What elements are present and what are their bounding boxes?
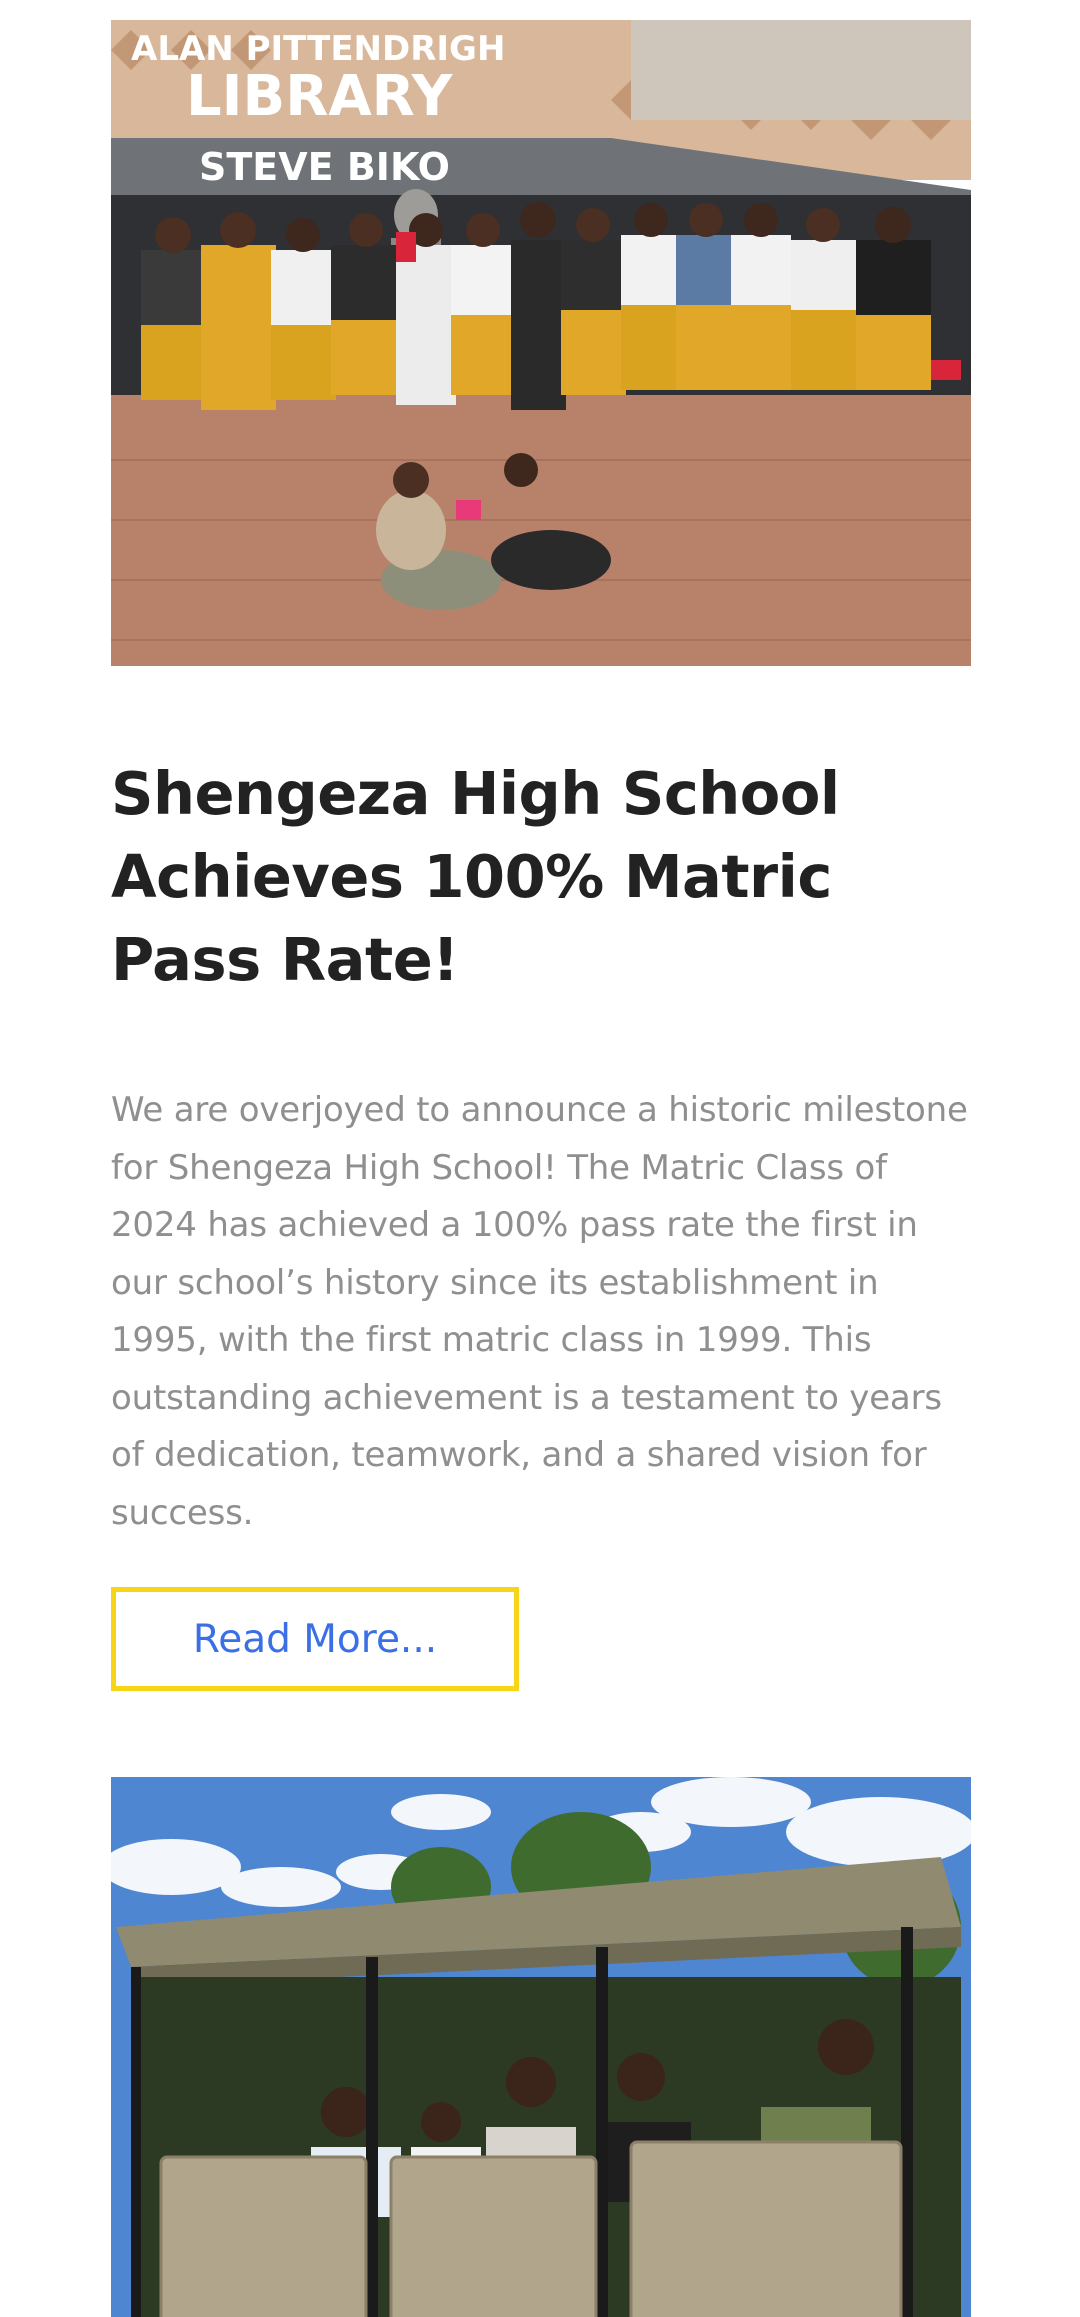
safari-vehicle-photo [111, 1777, 971, 2317]
post-excerpt: We are overjoyed to announce a historic … [111, 1090, 968, 1533]
post-image-students-library[interactable]: ALAN PITTENDRIGH LIBRARY STEVE BIKO [111, 20, 971, 666]
sign-alan-pittendrigh: ALAN PITTENDRIGH [131, 29, 505, 69]
read-more-button[interactable]: Read More... [111, 1587, 519, 1691]
post-title[interactable]: Shengeza High School Achieves 100% Matri… [111, 752, 991, 1001]
students-library-photo: ALAN PITTENDRIGH LIBRARY STEVE BIKO [111, 20, 971, 666]
sign-library: LIBRARY [186, 64, 454, 129]
post-image-safari-vehicle[interactable] [111, 1777, 971, 2317]
sign-steve-biko: STEVE BIKO [199, 145, 450, 189]
